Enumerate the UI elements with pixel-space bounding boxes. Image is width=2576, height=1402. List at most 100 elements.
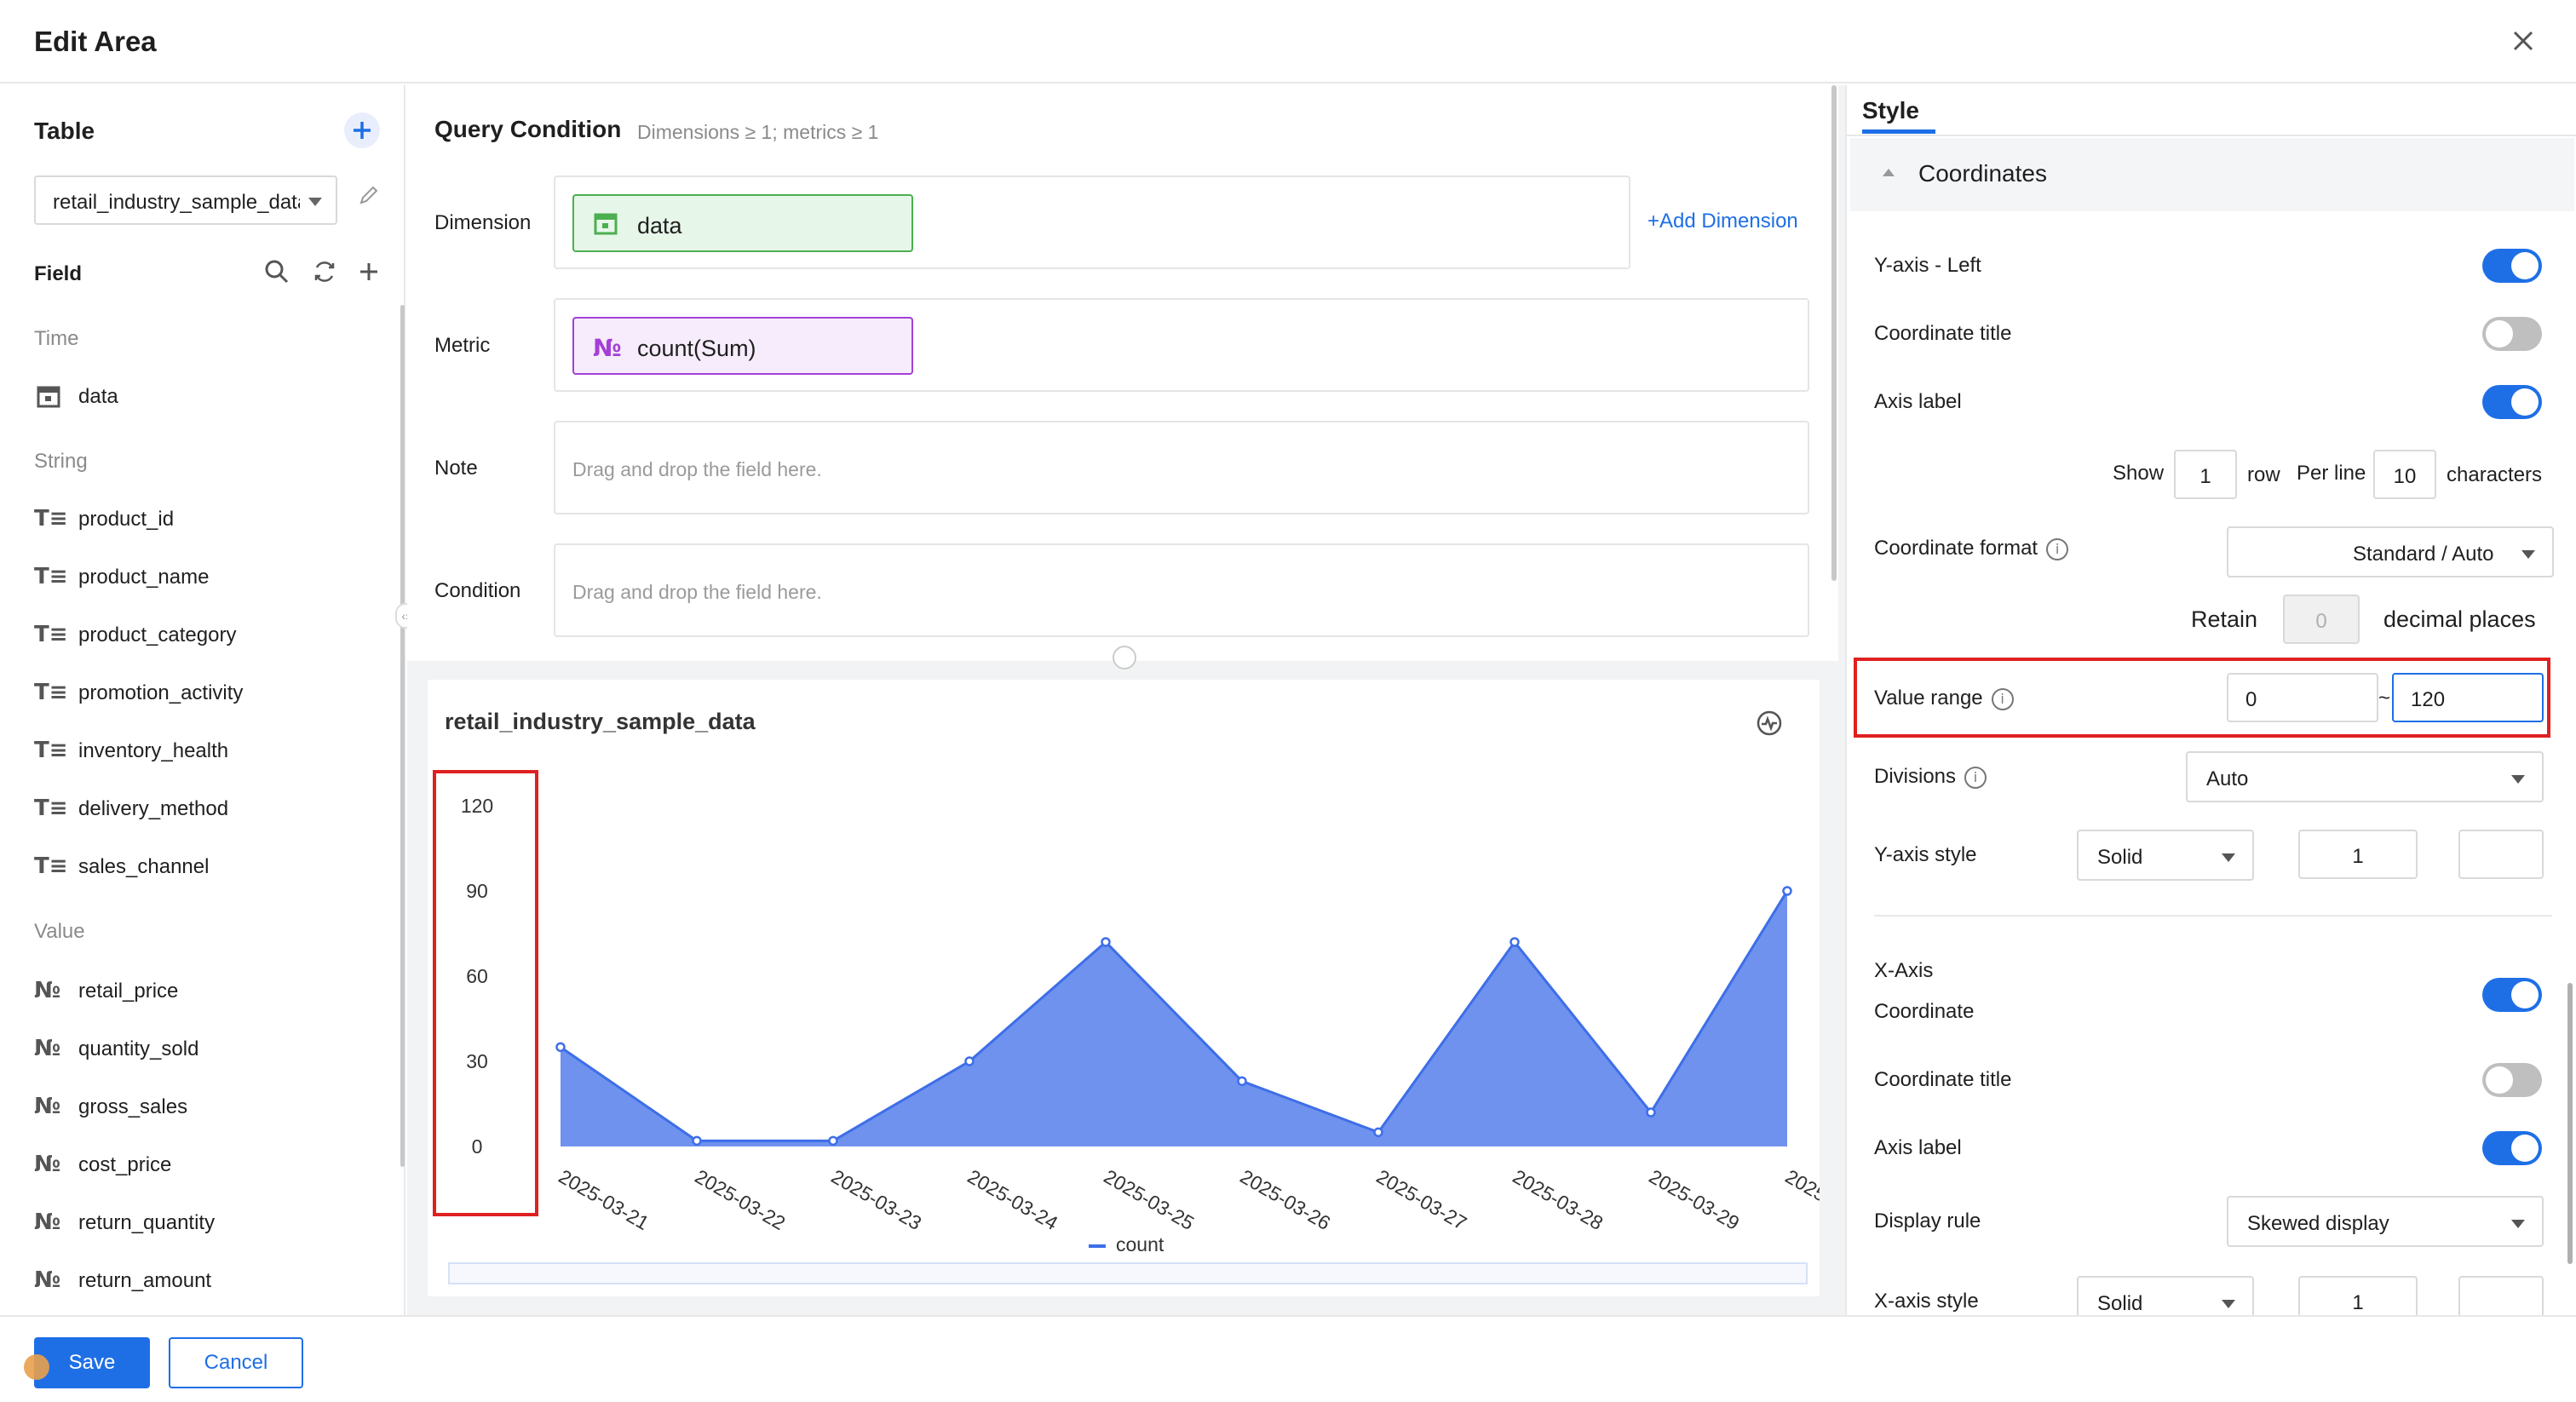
info-icon[interactable]: i: [1991, 687, 2014, 710]
data-point: [964, 1056, 975, 1066]
data-point: [555, 1042, 566, 1053]
text-field-icon: T≡: [34, 796, 68, 821]
info-icon[interactable]: i: [2046, 537, 2069, 560]
field-item[interactable]: T≡ delivery_method: [34, 792, 392, 826]
y-axis-width-input[interactable]: 1: [2298, 830, 2418, 879]
field-item[interactable]: T≡ product_name: [34, 560, 392, 595]
y-axis-style-value: Solid: [2097, 846, 2143, 869]
field-item[interactable]: № gross_sales: [34, 1090, 392, 1124]
data-point: [1237, 1076, 1247, 1087]
value-range-max-input[interactable]: 120: [2392, 673, 2544, 722]
toggle-knob: [2486, 1066, 2513, 1094]
x-tick-label: 2025-03-29: [1646, 1165, 1744, 1234]
group-label-string: String: [34, 450, 88, 473]
refresh-icon[interactable]: [310, 257, 339, 286]
field-item-label: inventory_health: [78, 739, 229, 762]
dimension-pill[interactable]: data: [572, 194, 913, 252]
add-dimension-link[interactable]: +Add Dimension: [1647, 210, 1798, 233]
cancel-button[interactable]: Cancel: [169, 1337, 303, 1388]
chart-zoom-slider[interactable]: [448, 1262, 1808, 1284]
chart-legend[interactable]: count: [1089, 1233, 1164, 1256]
y-axis-style-select[interactable]: Solid: [2077, 830, 2254, 881]
field-item-label: sales_channel: [78, 855, 210, 878]
x-coordinate-title-toggle[interactable]: [2482, 1063, 2542, 1097]
add-field-icon[interactable]: [354, 257, 383, 286]
value-range-text: Value range: [1874, 687, 1983, 710]
info-icon[interactable]: i: [1964, 766, 1987, 789]
field-item[interactable]: T≡ product_id: [34, 503, 392, 537]
data-point: [1646, 1107, 1656, 1118]
field-item[interactable]: № return_quantity: [34, 1206, 392, 1240]
display-rule-value: Skewed display: [2247, 1212, 2389, 1235]
query-and-preview: Query Condition Dimensions ≥ 1; metrics …: [407, 85, 1845, 1315]
dimension-dropzone[interactable]: data: [554, 175, 1630, 269]
value-range-min: 0: [2245, 688, 2257, 711]
metric-dropzone[interactable]: № count(Sum): [554, 298, 1809, 392]
chevron-down-icon: [2222, 853, 2235, 862]
field-item[interactable]: T≡ product_category: [34, 618, 392, 652]
field-item-label: quantity_sold: [78, 1037, 199, 1060]
toggle-knob: [2511, 981, 2539, 1008]
field-heading: Field: [34, 262, 83, 285]
y-axis-label-toggle[interactable]: [2482, 385, 2542, 419]
x-axis-toggle[interactable]: [2482, 978, 2542, 1012]
tab-indicator: [1862, 129, 1935, 134]
style-panel: Style Coordinates Y-axis - Left Coordina…: [1845, 85, 2576, 1327]
condition-dropzone[interactable]: Drag and drop the field here.: [554, 543, 1809, 637]
divisions-select[interactable]: Auto: [2186, 751, 2544, 802]
table-select[interactable]: retail_industry_sample_data: [34, 175, 337, 225]
calendar-icon: [37, 386, 60, 408]
x-axis-style-value: Solid: [2097, 1292, 2143, 1315]
x-axis-width-value: 1: [2352, 1291, 2364, 1314]
resize-handle[interactable]: [1113, 646, 1136, 669]
value-range-min-input[interactable]: 0: [2227, 673, 2378, 722]
group-label-value: Value: [34, 920, 85, 943]
legend-swatch: [1089, 1244, 1106, 1248]
number-field-icon: №: [34, 1267, 61, 1293]
y-axis-left-toggle[interactable]: [2482, 249, 2542, 283]
y-axis-label-label: Axis label: [1874, 390, 1962, 413]
text-field-icon: T≡: [34, 506, 68, 531]
per-line-input[interactable]: 10: [2373, 450, 2436, 499]
field-item[interactable]: T≡ inventory_health: [34, 734, 392, 768]
field-item[interactable]: data: [34, 380, 392, 414]
value-range-separator: ~: [2378, 687, 2391, 710]
tab-style[interactable]: Style: [1862, 97, 1919, 124]
field-item[interactable]: № quantity_sold: [34, 1032, 392, 1066]
cursor-indicator: [24, 1354, 49, 1380]
field-item-label: promotion_activity: [78, 681, 244, 704]
data-point: [692, 1135, 702, 1146]
coordinates-section-header[interactable]: Coordinates: [1850, 138, 2574, 211]
x-axis-style-label: X-axis style: [1874, 1290, 1979, 1313]
display-rule-select[interactable]: Skewed display: [2227, 1196, 2544, 1247]
metric-pill[interactable]: № count(Sum): [572, 317, 913, 375]
field-panel-scrollbar[interactable]: [400, 305, 405, 1167]
number-field-icon: №: [34, 978, 61, 1003]
pencil-icon[interactable]: [354, 181, 383, 210]
coordinate-format-label: Coordinate format i: [1874, 537, 2069, 560]
field-item[interactable]: № cost_price: [34, 1148, 392, 1182]
field-item[interactable]: № return_amount: [34, 1264, 392, 1298]
query-condition-title: Query Condition: [434, 116, 622, 142]
field-item[interactable]: T≡ sales_channel: [34, 850, 392, 884]
field-item-label: cost_price: [78, 1153, 172, 1176]
x-axis-label-toggle[interactable]: [2482, 1131, 2542, 1165]
style-panel-scrollbar[interactable]: [2567, 983, 2573, 1264]
field-item[interactable]: № retail_price: [34, 974, 392, 1008]
field-item[interactable]: T≡ promotion_activity: [34, 676, 392, 710]
query-scrollbar[interactable]: [1831, 85, 1837, 581]
close-icon[interactable]: [2504, 22, 2542, 60]
toggle-knob: [2511, 252, 2539, 279]
dialog-header: Edit Area: [0, 0, 2576, 83]
y-axis-color-input[interactable]: [2458, 830, 2544, 879]
add-table-button[interactable]: [344, 112, 380, 148]
save-button[interactable]: Save: [34, 1337, 150, 1388]
x-axis-label-line1: X-Axis: [1874, 959, 1934, 982]
number-field-icon: №: [34, 1036, 61, 1061]
y-coordinate-title-toggle[interactable]: [2482, 317, 2542, 351]
coordinate-format-select[interactable]: Standard / Auto: [2227, 526, 2554, 577]
show-rows-input[interactable]: 1: [2174, 450, 2237, 499]
search-icon[interactable]: [262, 257, 291, 286]
number-field-icon: №: [593, 334, 622, 362]
note-dropzone[interactable]: Drag and drop the field here.: [554, 421, 1809, 514]
